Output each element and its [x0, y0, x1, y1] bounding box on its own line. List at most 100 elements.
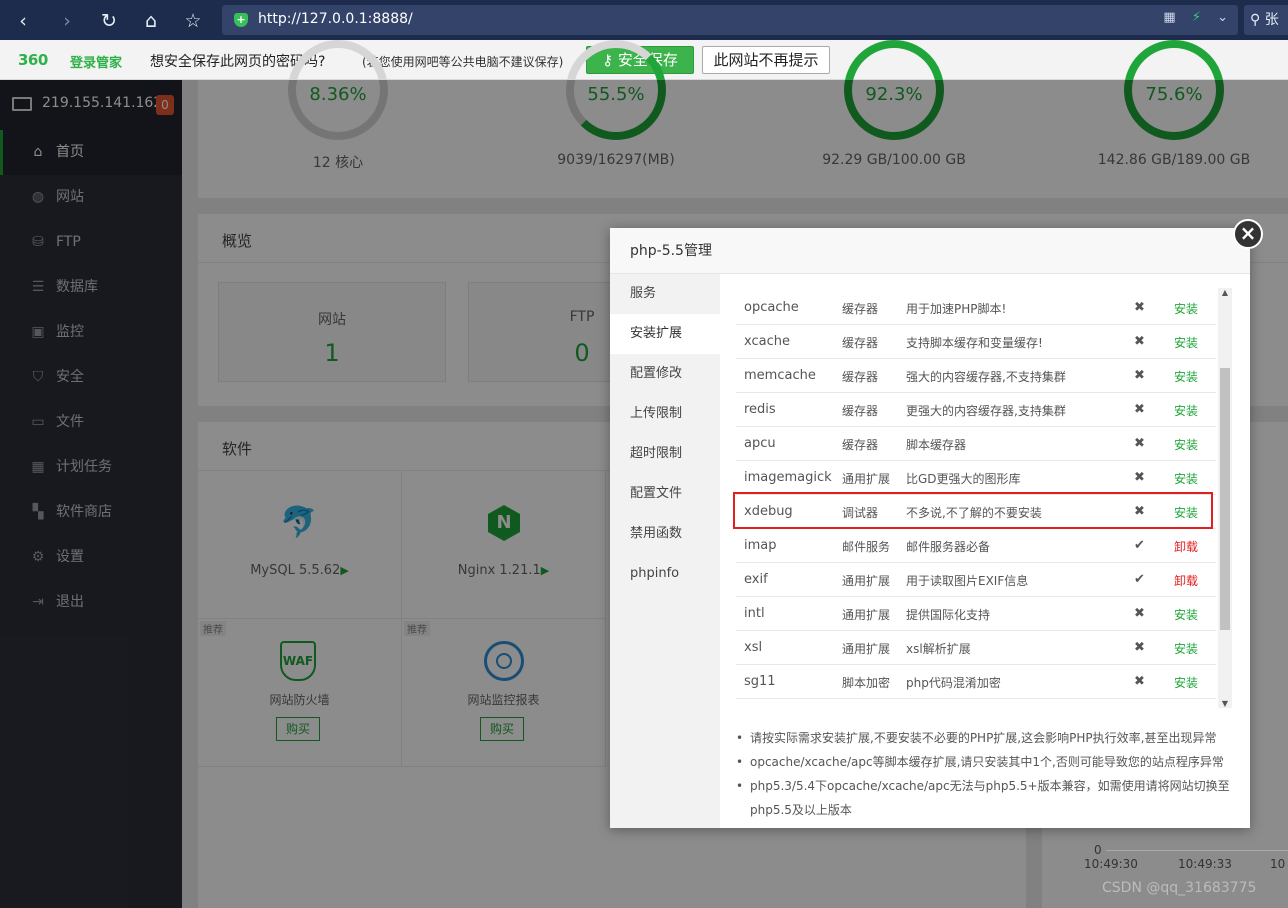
ext-name: apcu [744, 436, 776, 451]
ext-status-icon: ✖ [1134, 640, 1145, 655]
tab-1[interactable]: 安装扩展 [610, 314, 720, 354]
ext-type: 脚本加密 [842, 676, 891, 690]
ext-type: 通用扩展 [842, 574, 891, 588]
ext-desc: php代码混淆加密 [906, 676, 1001, 690]
ext-name: imap [744, 538, 777, 553]
ext-status-icon: ✖ [1134, 368, 1145, 383]
ext-desc: 脚本缓存器 [906, 438, 967, 452]
tab-5[interactable]: 配置文件 [610, 474, 720, 514]
ext-type: 通用扩展 [842, 608, 891, 622]
ext-name: intl [744, 606, 765, 621]
ext-desc: 用于加速PHP脚本! [906, 302, 1007, 316]
ext-status-icon: ✖ [1134, 402, 1145, 417]
scroll-down-icon[interactable]: ▼ [1218, 699, 1232, 708]
ext-status-icon: ✖ [1134, 436, 1145, 451]
tab-7[interactable]: phpinfo [610, 554, 720, 594]
csdn-watermark: CSDN @qq_31683775 [1102, 880, 1257, 896]
extension-scrollbar[interactable]: ▲ ▼ [1218, 288, 1232, 708]
tab-0[interactable]: 服务 [610, 274, 720, 314]
search-box[interactable]: ⚲ 张 [1244, 5, 1288, 35]
ext-action-link[interactable]: 安装 [1174, 674, 1198, 691]
save-note: (若您使用网吧等公共电脑不建议保存) [362, 55, 564, 69]
ext-type: 通用扩展 [842, 642, 891, 656]
back-icon[interactable]: ‹ [10, 8, 36, 34]
ext-status-icon: ✔ [1134, 538, 1145, 553]
star-icon[interactable]: ☆ [180, 8, 206, 34]
table-row: imap 邮件服务 邮件服务器必备 ✔ 卸载 [736, 529, 1216, 563]
url-bar-icons: ▦ ⚡ ⌄ [1151, 10, 1228, 25]
table-row: xcache 缓存器 支持脚本缓存和变量缓存! ✖ 安装 [736, 325, 1216, 359]
chart-tick: 10:49:33 [1178, 857, 1232, 871]
url-text[interactable]: http://127.0.0.1:8888/ [258, 11, 413, 27]
ext-name: sg11 [744, 674, 776, 689]
ext-name: imagemagick [744, 470, 832, 485]
extension-notes: 请按实际需求安装扩展,不要安装不必要的PHP扩展,这会影响PHP执行效率,甚至出… [734, 726, 1230, 822]
table-row: memcache 缓存器 强大的内容缓存器,不支持集群 ✖ 安装 [736, 359, 1216, 393]
ext-name: memcache [744, 368, 816, 383]
ext-action-link[interactable]: 安装 [1174, 470, 1198, 487]
ext-status-icon: ✔ [1134, 572, 1145, 587]
never-prompt-button[interactable]: 此网站不再提示 [702, 46, 830, 74]
brand-subtitle: 登录管家 [70, 56, 123, 71]
search-text: 张 [1264, 12, 1279, 28]
home-icon[interactable]: ⌂ [138, 8, 164, 34]
note-item: opcache/xcache/apc等脚本缓存扩展,请只安装其中1个,否则可能导… [734, 750, 1230, 774]
tab-3[interactable]: 上传限制 [610, 394, 720, 434]
ext-status-icon: ✖ [1134, 606, 1145, 621]
chevron-down-icon[interactable]: ⌄ [1217, 10, 1228, 25]
ext-desc: 比GD更强大的图形库 [906, 472, 1021, 486]
grid-icon[interactable]: ▦ [1163, 10, 1175, 25]
table-row: xsl 通用扩展 xsl解析扩展 ✖ 安装 [736, 631, 1216, 665]
ext-action-link[interactable]: 安装 [1174, 334, 1198, 351]
ext-action-link[interactable]: 卸载 [1174, 572, 1198, 589]
forward-icon[interactable]: › [54, 8, 80, 34]
chart-tick: 10:49:30 [1084, 857, 1138, 871]
xdebug-highlight-box [733, 492, 1213, 529]
scrollbar-thumb[interactable] [1220, 368, 1230, 630]
ext-action-link[interactable]: 安装 [1174, 402, 1198, 419]
ext-desc: 提供国际化支持 [906, 608, 991, 622]
ext-type: 缓存器 [842, 404, 879, 418]
ext-name: redis [744, 402, 776, 417]
ext-status-icon: ✖ [1134, 300, 1145, 315]
tab-4[interactable]: 超时限制 [610, 434, 720, 474]
ext-desc: 支持脚本缓存和变量缓存! [906, 336, 1043, 350]
chart-x-axis [1106, 850, 1288, 851]
secure-shield-icon: + [234, 13, 248, 27]
tab-2[interactable]: 配置修改 [610, 354, 720, 394]
ext-type: 缓存器 [842, 302, 879, 316]
table-row: redis 缓存器 更强大的内容缓存器,支持集群 ✖ 安装 [736, 393, 1216, 427]
browser-toolbar: ‹ › ↻ ⌂ ☆ + http://127.0.0.1:8888/ ▦ ⚡ ⌄… [0, 0, 1288, 40]
ext-status-icon: ✖ [1134, 674, 1145, 689]
lightning-icon[interactable]: ⚡ [1192, 10, 1201, 25]
chart-tick: 10 [1270, 857, 1286, 871]
ext-desc: 强大的内容缓存器,不支持集群 [906, 370, 1066, 384]
ext-type: 通用扩展 [842, 472, 891, 486]
ext-action-link[interactable]: 安装 [1174, 300, 1198, 317]
ext-desc: 邮件服务器必备 [906, 540, 991, 554]
search-icon: ⚲ [1250, 12, 1261, 28]
tab-6[interactable]: 禁用函数 [610, 514, 720, 554]
table-row: imagemagick 通用扩展 比GD更强大的图形库 ✖ 安装 [736, 461, 1216, 495]
address-bar[interactable]: + http://127.0.0.1:8888/ ▦ ⚡ ⌄ [222, 5, 1238, 35]
ext-action-link[interactable]: 卸载 [1174, 538, 1198, 555]
table-row: opcache 缓存器 用于加速PHP脚本! ✖ 安装 [736, 291, 1216, 325]
ext-status-icon: ✖ [1134, 470, 1145, 485]
scroll-up-icon[interactable]: ▲ [1218, 288, 1232, 297]
chart-zero-tick: 0 [1094, 843, 1102, 857]
ext-type: 缓存器 [842, 336, 879, 350]
ext-type: 缓存器 [842, 438, 879, 452]
ext-name: opcache [744, 300, 799, 315]
table-row: intl 通用扩展 提供国际化支持 ✖ 安装 [736, 597, 1216, 631]
brand-logo: 360 [18, 51, 48, 69]
reload-icon[interactable]: ↻ [96, 8, 122, 34]
ext-action-link[interactable]: 安装 [1174, 436, 1198, 453]
ext-action-link[interactable]: 安装 [1174, 368, 1198, 385]
modal-tab-list: 服务 安装扩展 配置修改 上传限制 超时限制 配置文件 禁用函数 phpinfo [610, 274, 720, 828]
ext-action-link[interactable]: 安装 [1174, 640, 1198, 657]
ext-action-link[interactable]: 安装 [1174, 606, 1198, 623]
modal-close-button[interactable]: × [1233, 219, 1263, 249]
ext-desc: 用于读取图片EXIF信息 [906, 574, 1029, 588]
modal-title: php-5.5管理 [610, 228, 1250, 274]
ext-type: 邮件服务 [842, 540, 891, 554]
